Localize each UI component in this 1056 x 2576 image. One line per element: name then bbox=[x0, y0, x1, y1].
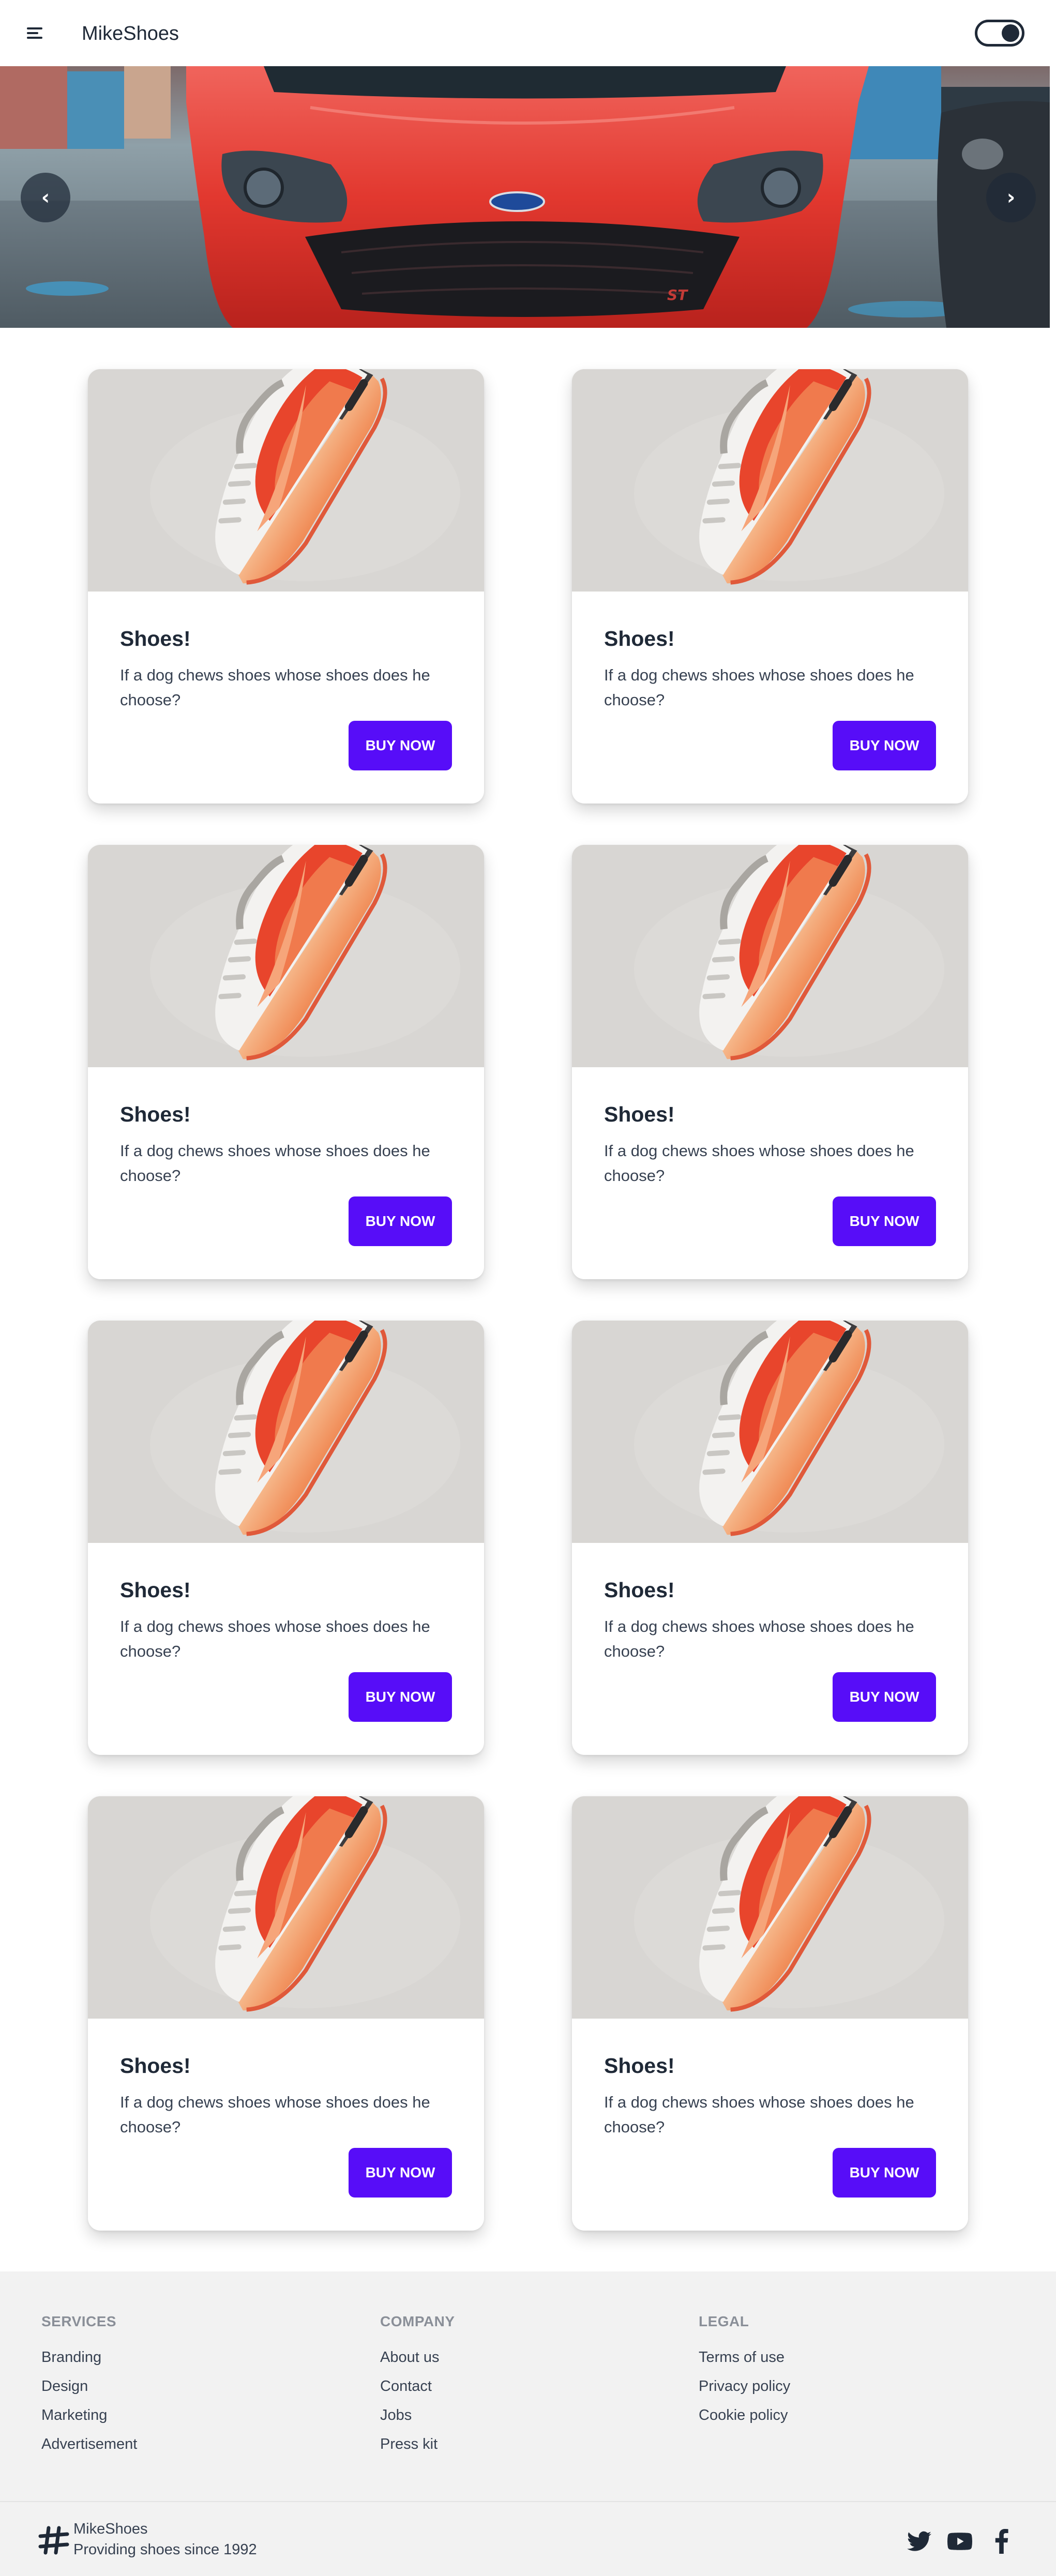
footer-divider bbox=[0, 2501, 1056, 2502]
product-title: Shoes! bbox=[120, 1578, 191, 1602]
footer-link-jobs[interactable]: Jobs bbox=[380, 2406, 455, 2425]
footer-link-marketing[interactable]: Marketing bbox=[41, 2406, 137, 2425]
footer-heading: SERVICES bbox=[41, 2313, 117, 2329]
buy-now-button[interactable]: BUY NOW bbox=[349, 1196, 452, 1246]
footer-company-column: COMPANY About us Contact Jobs Press kit bbox=[380, 2313, 455, 2464]
footer-link-cookie-policy[interactable]: Cookie policy bbox=[699, 2406, 790, 2425]
footer-heading: COMPANY bbox=[380, 2313, 455, 2329]
footer-legal-column: LEGAL Terms of use Privacy policy Cookie… bbox=[699, 2313, 790, 2435]
product-description: If a dog chews shoes whose shoes does he… bbox=[120, 1617, 430, 1660]
carousel-prev-button[interactable]: ‹ bbox=[21, 173, 70, 222]
product-image bbox=[88, 845, 484, 1067]
facebook-icon[interactable] bbox=[989, 2529, 1016, 2554]
product-title: Shoes! bbox=[604, 627, 675, 650]
product-title: Shoes! bbox=[120, 627, 191, 650]
footer-link-advertisement[interactable]: Advertisement bbox=[41, 2435, 137, 2453]
product-title: Shoes! bbox=[604, 2054, 675, 2078]
sneaker-photo bbox=[572, 1321, 968, 1543]
product-title: Shoes! bbox=[604, 1578, 675, 1602]
product-card: Shoes! If a dog chews shoes whose shoes … bbox=[88, 1796, 484, 2231]
carousel-slide-image: ST bbox=[0, 66, 1050, 328]
footer-link-contact[interactable]: Contact bbox=[380, 2377, 455, 2396]
twitter-icon[interactable] bbox=[906, 2529, 933, 2554]
buy-now-button[interactable]: BUY NOW bbox=[833, 721, 936, 770]
toggle-knob bbox=[1002, 24, 1019, 42]
product-image bbox=[572, 1796, 968, 2019]
product-image bbox=[572, 369, 968, 592]
buy-now-button[interactable]: BUY NOW bbox=[349, 721, 452, 770]
product-card: Shoes! If a dog chews shoes whose shoes … bbox=[572, 1796, 968, 2231]
sneaker-photo bbox=[88, 845, 484, 1067]
hero-carousel: ST ‹ › bbox=[0, 66, 1050, 328]
footer-link-design[interactable]: Design bbox=[41, 2377, 137, 2396]
buy-now-button[interactable]: BUY NOW bbox=[833, 2148, 936, 2198]
sneaker-photo bbox=[88, 1321, 484, 1543]
product-description: If a dog chews shoes whose shoes does he… bbox=[120, 1142, 430, 1185]
sneaker-photo bbox=[572, 845, 968, 1067]
product-card: Shoes! If a dog chews shoes whose shoes … bbox=[572, 845, 968, 1279]
product-image bbox=[572, 1321, 968, 1543]
product-description: If a dog chews shoes whose shoes does he… bbox=[604, 666, 914, 709]
sneaker-photo bbox=[88, 369, 484, 592]
product-description: If a dog chews shoes whose shoes does he… bbox=[604, 1142, 914, 1185]
hamburger-menu-icon[interactable] bbox=[24, 23, 49, 43]
product-image bbox=[88, 369, 484, 592]
brand-gear-icon bbox=[38, 2526, 69, 2555]
footer-link-privacy-policy[interactable]: Privacy policy bbox=[699, 2377, 790, 2396]
product-card: Shoes! If a dog chews shoes whose shoes … bbox=[88, 1321, 484, 1755]
footer-brand-name: MikeShoes bbox=[73, 2521, 148, 2537]
product-description: If a dog chews shoes whose shoes does he… bbox=[120, 666, 430, 709]
brand-logo-link[interactable]: MikeShoes bbox=[82, 22, 179, 46]
sneaker-photo bbox=[88, 1796, 484, 2019]
product-description: If a dog chews shoes whose shoes does he… bbox=[604, 2093, 914, 2136]
product-title: Shoes! bbox=[120, 1102, 191, 1126]
buy-now-button[interactable]: BUY NOW bbox=[833, 1672, 936, 1722]
navbar: MikeShoes bbox=[0, 0, 1056, 66]
buy-now-button[interactable]: BUY NOW bbox=[349, 2148, 452, 2198]
product-card: Shoes! If a dog chews shoes whose shoes … bbox=[572, 1321, 968, 1755]
product-description: If a dog chews shoes whose shoes does he… bbox=[604, 1617, 914, 1660]
buy-now-button[interactable]: BUY NOW bbox=[833, 1196, 936, 1246]
product-title: Shoes! bbox=[604, 1102, 675, 1126]
sneaker-photo bbox=[572, 1796, 968, 2019]
footer-heading: LEGAL bbox=[699, 2313, 749, 2329]
footer-services-column: SERVICES Branding Design Marketing Adver… bbox=[41, 2313, 137, 2464]
footer-tagline: Providing shoes since 1992 bbox=[73, 2541, 257, 2558]
buy-now-button[interactable]: BUY NOW bbox=[349, 1672, 452, 1722]
footer-link-press-kit[interactable]: Press kit bbox=[380, 2435, 455, 2453]
svg-text:ST: ST bbox=[667, 286, 688, 304]
product-image bbox=[572, 845, 968, 1067]
footer-link-branding[interactable]: Branding bbox=[41, 2348, 137, 2367]
footer-link-about-us[interactable]: About us bbox=[380, 2348, 455, 2367]
carousel-next-button[interactable]: › bbox=[986, 173, 1036, 222]
product-description: If a dog chews shoes whose shoes does he… bbox=[120, 2093, 430, 2136]
product-title: Shoes! bbox=[120, 2054, 191, 2078]
youtube-icon[interactable] bbox=[946, 2529, 973, 2554]
product-card: Shoes! If a dog chews shoes whose shoes … bbox=[572, 369, 968, 804]
footer-link-terms-of-use[interactable]: Terms of use bbox=[699, 2348, 790, 2367]
product-card: Shoes! If a dog chews shoes whose shoes … bbox=[88, 369, 484, 804]
sneaker-photo bbox=[572, 369, 968, 592]
product-image bbox=[88, 1796, 484, 2019]
product-image bbox=[88, 1321, 484, 1543]
theme-toggle[interactable] bbox=[975, 20, 1024, 47]
product-card: Shoes! If a dog chews shoes whose shoes … bbox=[88, 845, 484, 1279]
site-footer: SERVICES Branding Design Marketing Adver… bbox=[0, 2271, 1056, 2576]
